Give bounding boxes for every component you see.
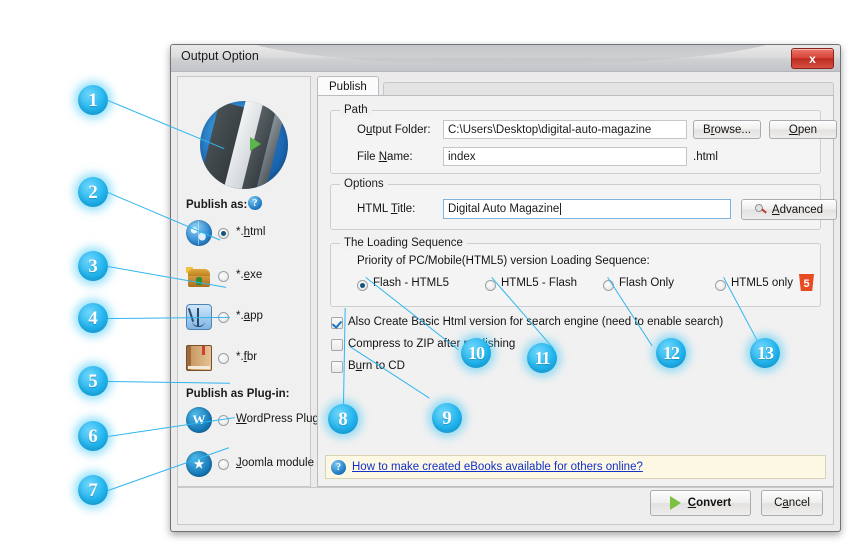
window-title: Output Option [181, 49, 259, 63]
loading-sequence-subtitle: Priority of PC/Mobile(HTML5) version Loa… [357, 255, 650, 267]
globe-icon [186, 220, 212, 246]
checkbox-compress-zip[interactable] [331, 339, 343, 351]
callout-badge-12: 12 [656, 338, 686, 368]
publish-tab-panel: Path Output Folder: C:\Users\Desktop\dig… [317, 95, 834, 487]
advanced-button[interactable]: Advanced [741, 199, 837, 220]
html-title-input[interactable]: Digital Auto Magazine [443, 199, 731, 219]
book-icon [186, 345, 212, 371]
publish-option-label: *.fbr [236, 351, 257, 363]
file-extension-text: .html [693, 151, 718, 163]
callout-label: 8 [338, 410, 348, 429]
output-option-dialog: Output Option x Publish as: ? [170, 44, 841, 532]
radio-html[interactable] [218, 228, 229, 239]
tab-strip: Publish [315, 76, 834, 96]
callout-label: 1 [88, 91, 98, 110]
title-bar[interactable]: Output Option x [171, 45, 840, 72]
options-group-title: Options [340, 178, 388, 190]
file-name-label: File Name: [357, 151, 413, 163]
publish-settings-pane: Publish Path Output Folder: C:\Users\Des… [315, 76, 834, 487]
callout-badge-11: 11 [527, 343, 557, 373]
output-folder-input[interactable]: C:\Users\Desktop\digital-auto-magazine [443, 120, 687, 139]
callout-badge-4: 4 [78, 303, 108, 333]
close-icon[interactable]: x [791, 48, 834, 69]
dialog-footer: Convert Cancel [177, 487, 834, 525]
radio-wordpress[interactable] [218, 415, 229, 426]
callout-badge-10: 10 [461, 338, 491, 368]
callout-label: 7 [88, 481, 98, 500]
magnifier-icon [755, 204, 768, 216]
callout-label: 3 [88, 257, 98, 276]
publish-option-label: *.exe [236, 269, 262, 281]
callout-label: 5 [88, 372, 98, 391]
open-button[interactable]: Open [769, 120, 837, 139]
publish-option-label: Joomla module [236, 457, 314, 469]
options-group: Options HTML Title: Digital Auto Magazin… [330, 184, 821, 230]
radio-label-html5-only: HTML5 only [731, 277, 793, 289]
cancel-button[interactable]: Cancel [761, 490, 823, 516]
callout-badge-7: 7 [78, 475, 108, 505]
publish-option-exe[interactable]: *.exe [186, 263, 308, 289]
radio-label-flash-only: Flash Only [619, 277, 674, 289]
publish-option-wordpress[interactable]: W WordPress Plug-in [186, 407, 308, 433]
callout-badge-3: 3 [78, 251, 108, 281]
radio-joomla[interactable] [218, 459, 229, 470]
output-folder-label: Output Folder: [357, 124, 431, 136]
file-name-input[interactable]: index [443, 147, 687, 166]
html5-logo-icon: 5 [799, 274, 814, 291]
tab-publish[interactable]: Publish [317, 76, 379, 97]
radio-label-html5-flash: HTML5 - Flash [501, 277, 577, 289]
checkbox-burn-cd[interactable] [331, 361, 343, 373]
publish-option-label: *.html [236, 226, 265, 238]
checkbox-label-burn-cd: Burn to CD [348, 360, 405, 372]
callout-label: 10 [468, 344, 484, 362]
notice-bar: ? How to make created eBooks available f… [325, 455, 826, 479]
publish-option-label: *.app [236, 310, 263, 322]
callout-label: 9 [442, 409, 452, 428]
path-group-title: Path [340, 104, 372, 116]
callout-badge-2: 2 [78, 177, 108, 207]
callout-label: 4 [88, 309, 98, 328]
publish-option-fbr[interactable]: *.fbr [186, 345, 308, 371]
play-triangle-icon [670, 496, 681, 510]
help-circle-icon: ? [331, 460, 346, 475]
chest-lock-icon [186, 263, 212, 289]
callout-badge-5: 5 [78, 366, 108, 396]
help-link[interactable]: How to make created eBooks available for… [352, 461, 643, 473]
browse-button[interactable]: Browse... [693, 120, 761, 139]
radio-label-flash-html5: Flash - HTML5 [373, 277, 449, 289]
radio-exe[interactable] [218, 271, 229, 282]
convert-button[interactable]: Convert [650, 490, 751, 516]
checkbox-basic-html[interactable] [331, 317, 343, 329]
html-title-label: HTML Title: [357, 203, 415, 215]
radio-fbr[interactable] [218, 353, 229, 364]
callout-label: 11 [534, 349, 549, 367]
callout-badge-8: 8 [328, 404, 358, 434]
text-caret [560, 203, 561, 215]
callout-badge-1: 1 [78, 85, 108, 115]
loading-sequence-title: The Loading Sequence [340, 237, 467, 249]
callout-label: 6 [88, 427, 98, 446]
radio-flash-html5[interactable] [357, 280, 368, 291]
green-arrow-icon [250, 137, 261, 151]
path-group: Path Output Folder: C:\Users\Desktop\dig… [330, 110, 821, 174]
callout-badge-9: 9 [432, 403, 462, 433]
publish-plugin-title: Publish as Plug-in: [186, 388, 290, 400]
callout-label: 13 [757, 344, 773, 362]
publish-as-title: Publish as: [186, 199, 247, 211]
callout-badge-6: 6 [78, 421, 108, 451]
help-circle-icon[interactable]: ? [248, 196, 262, 210]
loading-sequence-group: The Loading Sequence Priority of PC/Mobi… [330, 243, 821, 307]
callout-label: 12 [663, 344, 679, 362]
callout-badge-13: 13 [750, 338, 780, 368]
callout-label: 2 [88, 183, 98, 202]
